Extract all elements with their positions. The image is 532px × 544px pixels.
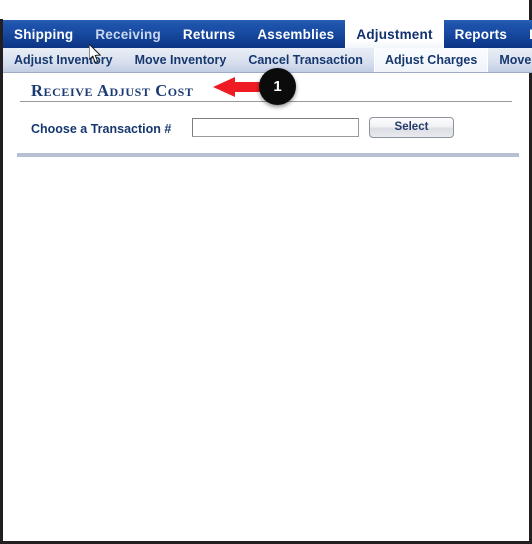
subnav-item-move-movable[interactable]: Move Movable <box>488 48 532 72</box>
primary-navigation-bar: Shipping Receiving Returns Assemblies Ad… <box>3 20 532 48</box>
subnav-label: Move Movable <box>499 53 532 67</box>
nav-item-receiving[interactable]: Receiving <box>84 20 172 48</box>
subnav-item-move-inventory[interactable]: Move Inventory <box>124 48 238 72</box>
subnav-label: Adjust Charges <box>384 53 478 67</box>
subnav-label: Move Inventory <box>134 53 227 67</box>
nav-label: Shipping <box>14 26 74 42</box>
nav-label: Assemblies <box>257 26 335 42</box>
transaction-number-input[interactable] <box>192 118 359 137</box>
nav-item-returns[interactable]: Returns <box>172 20 246 48</box>
nav-label: Receiving <box>95 26 161 42</box>
nav-label: Returns <box>182 26 236 42</box>
nav-label: Adjustment <box>356 26 433 42</box>
application-window: Shipping Receiving Returns Assemblies Ad… <box>0 0 532 544</box>
subnav-label: Adjust Inventory <box>14 53 113 67</box>
secondary-navigation-bar: Adjust Inventory Move Inventory Cancel T… <box>3 48 532 73</box>
transaction-form-row: Choose a Transaction # Select <box>3 117 529 147</box>
nav-item-shipping[interactable]: Shipping <box>3 20 84 48</box>
subnav-label: Cancel Transaction <box>248 53 363 67</box>
nav-item-assemblies[interactable]: Assemblies <box>246 20 345 48</box>
nav-item-adjustment[interactable]: Adjustment <box>345 20 444 48</box>
transaction-number-label: Choose a Transaction # <box>31 122 172 136</box>
window-top-gap <box>0 0 3 20</box>
section-divider <box>17 153 519 157</box>
subnav-item-adjust-inventory[interactable]: Adjust Inventory <box>3 48 124 72</box>
select-button[interactable]: Select <box>369 117 454 138</box>
subnav-item-cancel-transaction[interactable]: Cancel Transaction <box>237 48 374 72</box>
title-divider <box>20 101 512 102</box>
subnav-item-adjust-charges[interactable]: Adjust Charges <box>373 48 489 72</box>
nav-label: Reports <box>454 26 508 42</box>
nav-item-reports[interactable]: Reports <box>444 20 518 48</box>
page-content: Receive Adjust Cost Choose a Transaction… <box>3 73 529 541</box>
page-title: Receive Adjust Cost <box>31 81 194 100</box>
nav-item-documents[interactable]: Documents <box>518 20 532 48</box>
